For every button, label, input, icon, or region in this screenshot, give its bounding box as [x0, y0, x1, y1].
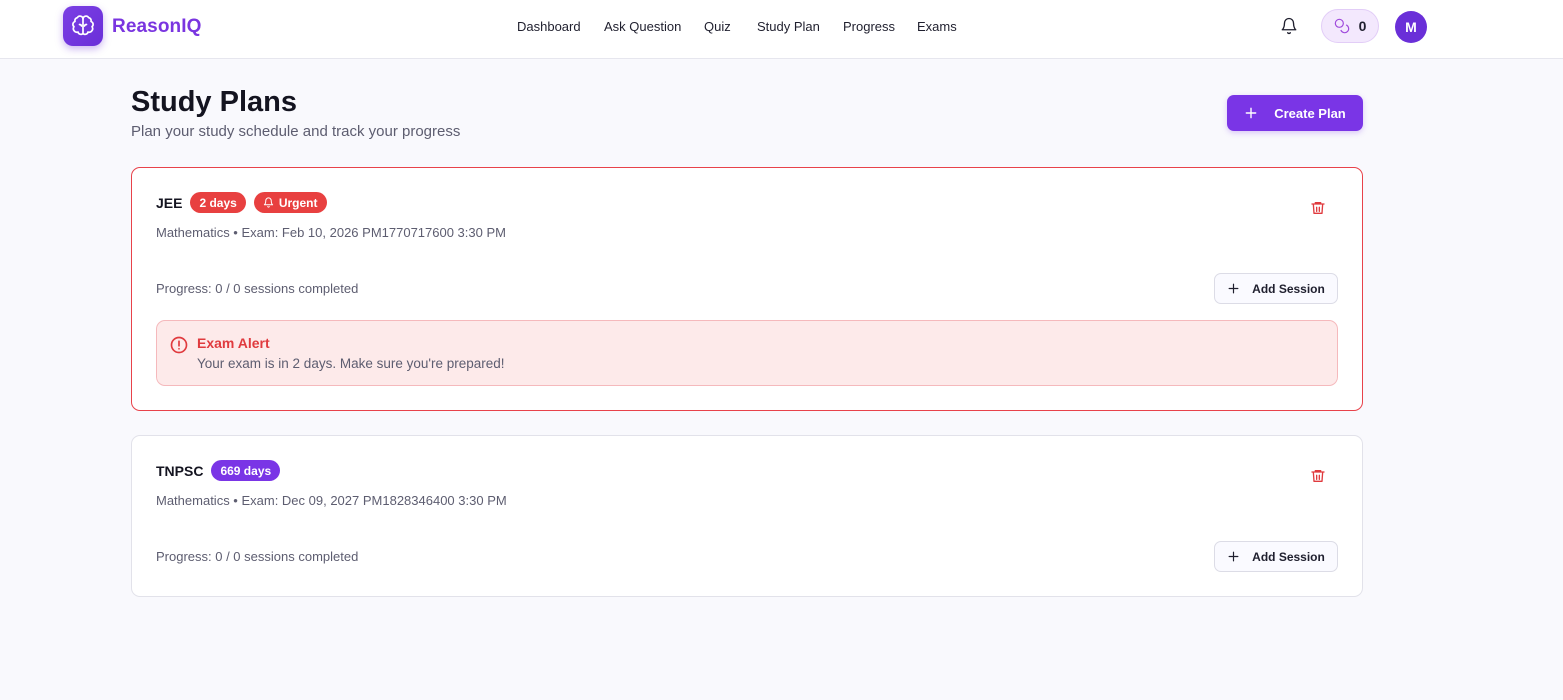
user-avatar[interactable]: M [1395, 11, 1427, 43]
plan-progress: Progress: 0 / 0 sessions completed [156, 281, 359, 296]
plan-header: TNPSC 669 days [156, 460, 281, 481]
add-session-label: Add Session [1252, 549, 1325, 564]
days-remaining-badge: 669 days [211, 460, 281, 481]
nav-quiz[interactable]: Quiz [704, 19, 731, 34]
coins-icon [1334, 18, 1349, 34]
nav-study-plan[interactable]: Study Plan [757, 19, 820, 34]
app-name[interactable]: ReasonIQ [112, 16, 202, 38]
add-session-button[interactable]: Add Session [1214, 273, 1338, 304]
plan-name: JEE [156, 194, 183, 211]
plan-meta: Mathematics • Exam: Dec 09, 2027 PM18283… [156, 493, 507, 508]
delete-plan-button[interactable] [1310, 200, 1326, 216]
nav-progress[interactable]: Progress [843, 19, 895, 34]
nav-exams[interactable]: Exams [917, 19, 957, 34]
bell-icon [263, 197, 273, 208]
urgent-label: Urgent [278, 195, 318, 210]
points-value: 0 [1358, 18, 1367, 34]
create-plan-label: Create Plan [1274, 105, 1346, 121]
top-navbar: ReasonIQ Dashboard Ask Question Quiz Stu… [0, 0, 1563, 59]
brain-icon [72, 15, 94, 36]
delete-plan-button[interactable] [1310, 468, 1326, 484]
nav-ask-question[interactable]: Ask Question [604, 19, 681, 34]
plus-icon [1228, 283, 1239, 294]
add-session-label: Add Session [1252, 281, 1325, 296]
plus-icon [1228, 551, 1239, 562]
plus-icon [1245, 107, 1257, 119]
exam-alert: Exam Alert Your exam is in 2 days. Make … [156, 320, 1338, 386]
study-plan-card: JEE 2 days Urgent Mathematics • Exam: Fe… [131, 167, 1363, 411]
create-plan-button[interactable]: Create Plan [1227, 95, 1363, 131]
bell-icon[interactable] [1280, 17, 1298, 35]
app-logo[interactable] [63, 6, 103, 46]
points-badge[interactable]: 0 [1321, 9, 1379, 43]
days-remaining-badge: 2 days [190, 192, 246, 213]
page-subtitle: Plan your study schedule and track your … [131, 123, 461, 140]
nav-dashboard[interactable]: Dashboard [517, 19, 581, 34]
page-title: Study Plans [131, 86, 297, 118]
alert-title: Exam Alert [197, 335, 270, 351]
add-session-button[interactable]: Add Session [1214, 541, 1338, 572]
urgent-badge: Urgent [253, 192, 327, 213]
plan-header: JEE 2 days Urgent [156, 192, 327, 213]
alert-message: Your exam is in 2 days. Make sure you're… [197, 356, 505, 371]
plan-meta: Mathematics • Exam: Feb 10, 2026 PM17707… [156, 225, 506, 240]
plan-name: TNPSC [156, 462, 204, 479]
alert-circle-icon [170, 336, 188, 354]
study-plan-card: TNPSC 669 days Mathematics • Exam: Dec 0… [131, 435, 1363, 597]
plan-progress: Progress: 0 / 0 sessions completed [156, 549, 359, 564]
